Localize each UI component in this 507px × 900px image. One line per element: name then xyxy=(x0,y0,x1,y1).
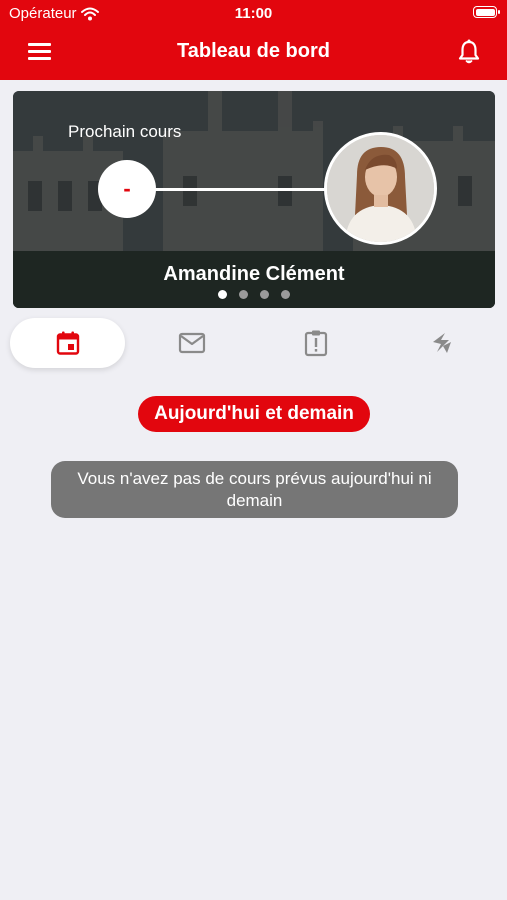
calendar-icon xyxy=(56,331,79,355)
carousel-dot[interactable] xyxy=(218,290,227,299)
notifications-button[interactable] xyxy=(457,39,481,65)
tab-messages[interactable] xyxy=(134,318,249,368)
timeline-line xyxy=(153,188,328,191)
battery-icon xyxy=(473,6,500,18)
carousel-dot[interactable] xyxy=(239,290,248,299)
empty-state-message: Vous n'avez pas de cours prévus aujourd'… xyxy=(51,461,458,518)
status-bar: Opérateur 11:00 xyxy=(0,0,507,28)
status-time: 11:00 xyxy=(234,5,273,22)
next-course-card[interactable]: Prochain cours - Amandine Clément xyxy=(13,91,495,308)
course-time-indicator: - xyxy=(98,160,156,218)
lightning-icon xyxy=(432,333,451,353)
teacher-photo xyxy=(327,135,434,242)
dashboard-tabs xyxy=(10,318,498,368)
teacher-avatar xyxy=(324,132,437,245)
teacher-name: Amandine Clément xyxy=(163,263,345,285)
carousel-dot[interactable] xyxy=(281,290,290,299)
tab-calendar[interactable] xyxy=(10,318,125,368)
bell-icon xyxy=(458,39,480,64)
app-header: Opérateur 11:00 Tableau de bord xyxy=(0,0,507,80)
navigation-bar: Tableau de bord xyxy=(0,28,507,80)
mail-icon xyxy=(178,332,205,354)
page-title: Tableau de bord xyxy=(177,40,330,62)
next-course-label: Prochain cours xyxy=(68,122,182,141)
tab-tasks[interactable] xyxy=(258,318,373,368)
clipboard-alert-icon xyxy=(304,330,327,357)
date-filter-button[interactable]: Aujourd'hui et demain xyxy=(138,396,370,432)
carousel-dot[interactable] xyxy=(260,290,269,299)
tab-skills[interactable] xyxy=(383,318,498,368)
carousel-indicator[interactable] xyxy=(13,290,495,299)
